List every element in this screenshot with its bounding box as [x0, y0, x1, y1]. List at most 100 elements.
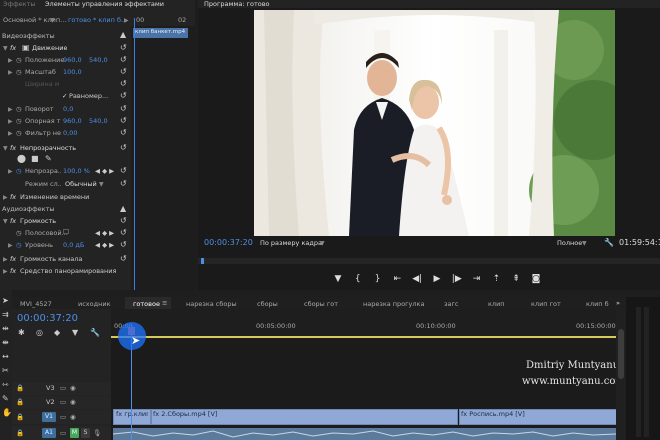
keyframe-nav-icon[interactable]: ◀ ◆ ▶: [95, 167, 114, 175]
track-lock-icon[interactable]: 🔒: [16, 398, 24, 406]
play-icon[interactable]: ▶: [431, 274, 443, 286]
keyframe-nav-icon[interactable]: ◀ ◆ ▶: [95, 241, 114, 249]
arrow-up-icon[interactable]: ▲: [120, 204, 126, 213]
expand-arrow-icon[interactable]: ▶: [8, 106, 13, 113]
step-back-icon[interactable]: ◀|: [411, 274, 423, 286]
fx-badge-icon[interactable]: fx: [10, 255, 16, 263]
scrub-bar[interactable]: [198, 258, 660, 264]
wrench-icon[interactable]: 🔧: [90, 328, 100, 337]
mute-toggle[interactable]: M: [70, 428, 79, 438]
timeline-tab[interactable]: нарезка сборы: [186, 300, 237, 308]
timeline-tab[interactable]: исходник: [78, 300, 111, 308]
stopwatch-icon[interactable]: ◷: [16, 229, 22, 237]
expand-arrow-icon[interactable]: ▶: [8, 69, 13, 76]
expand-arrow-icon[interactable]: ▼: [3, 145, 8, 152]
eye-icon[interactable]: ◉: [70, 384, 76, 392]
play-only-icon[interactable]: ▶: [124, 17, 129, 24]
track-lock-icon[interactable]: 🔒: [16, 384, 24, 392]
marker-icon[interactable]: ▼: [332, 274, 344, 286]
add-marker-icon[interactable]: ◆: [54, 328, 60, 337]
reset-icon[interactable]: ↺: [120, 43, 127, 52]
track-lock-icon[interactable]: 🔒: [16, 413, 24, 421]
quality-dropdown[interactable]: Полное: [557, 239, 582, 247]
marker-icon[interactable]: ▼: [72, 328, 78, 337]
go-to-in-icon[interactable]: ⇤: [391, 274, 403, 286]
expand-arrow-icon[interactable]: ▶: [8, 57, 13, 64]
expand-arrow-icon[interactable]: ▶: [3, 268, 8, 275]
stopwatch-icon[interactable]: ◷: [16, 129, 22, 137]
checkbox-checked-icon[interactable]: ✓: [62, 92, 67, 100]
program-video-frame[interactable]: [254, 10, 615, 236]
timeline-tab[interactable]: загс: [444, 300, 458, 308]
snap-icon[interactable]: ✱: [18, 328, 25, 337]
reset-icon[interactable]: ↺: [120, 116, 127, 125]
stopwatch-icon[interactable]: ◷: [16, 68, 22, 76]
rectangle-mask-icon[interactable]: ■: [31, 154, 39, 163]
source-patch-v1[interactable]: V1: [42, 412, 56, 422]
reset-icon[interactable]: ↺: [120, 79, 127, 88]
reset-icon[interactable]: ↺: [120, 143, 127, 152]
pen-tool-icon[interactable]: ✎: [2, 394, 9, 403]
stopwatch-icon[interactable]: ◷: [16, 117, 22, 125]
stopwatch-active-icon[interactable]: ◷: [16, 167, 22, 175]
stopwatch-active-icon[interactable]: ◷: [16, 241, 22, 249]
timeline-tab[interactable]: сборы гот: [304, 300, 338, 308]
position-x-value[interactable]: 960,0: [63, 56, 82, 64]
camera-icon[interactable]: ◙: [530, 274, 542, 286]
timeline-timecode[interactable]: 00:00:37:20: [17, 313, 78, 324]
scrollbar-thumb[interactable]: [618, 329, 624, 379]
scrub-playhead[interactable]: [201, 258, 204, 264]
sync-lock-icon[interactable]: ▭: [60, 413, 66, 421]
sequence-clip-dropdown[interactable]: готово * клип б...: [68, 16, 127, 24]
hand-tool-icon[interactable]: ✋: [2, 408, 12, 417]
checkbox-icon[interactable]: ☐: [63, 228, 69, 236]
go-to-out-icon[interactable]: ⇥: [471, 274, 483, 286]
solo-toggle[interactable]: S: [81, 428, 90, 438]
reset-icon[interactable]: ↺: [120, 228, 127, 237]
ellipse-mask-icon[interactable]: ⬤: [17, 154, 26, 163]
reset-icon[interactable]: ↺: [120, 179, 127, 188]
reset-icon[interactable]: ↺: [120, 55, 127, 64]
out-point-icon[interactable]: }: [372, 274, 384, 286]
fx-badge-icon[interactable]: fx: [10, 217, 16, 225]
arrow-up-icon[interactable]: ▲: [120, 30, 126, 39]
reset-icon[interactable]: ↺: [120, 67, 127, 76]
expand-arrow-icon[interactable]: ▶: [8, 130, 13, 137]
expand-arrow-icon[interactable]: ▶: [8, 168, 13, 175]
position-y-value[interactable]: 540,0: [89, 56, 108, 64]
opacity-value[interactable]: 100,0 %: [63, 167, 90, 175]
hamburger-icon[interactable]: ≡: [162, 299, 167, 307]
mini-playhead[interactable]: [134, 18, 135, 290]
reset-icon[interactable]: ↺: [120, 166, 127, 175]
level-value[interactable]: 0,0 дБ: [63, 241, 84, 249]
track-lock-icon[interactable]: 🔒: [16, 429, 24, 437]
selection-tool-icon[interactable]: ➤: [2, 296, 9, 305]
timeline-tab[interactable]: клип гот: [531, 300, 561, 308]
expand-arrow-icon[interactable]: ▶: [3, 256, 8, 263]
keyframe-nav-icon[interactable]: ◀ ◆ ▶: [95, 229, 114, 237]
track-select-icon[interactable]: ⇉: [2, 310, 9, 319]
stopwatch-icon[interactable]: ◷: [16, 56, 22, 64]
pen-mask-icon[interactable]: ✎: [45, 154, 52, 163]
tab-effects[interactable]: Эффекты: [3, 0, 36, 8]
work-area-bar[interactable]: [111, 336, 616, 338]
program-timecode[interactable]: 00:00:37:20: [204, 238, 253, 247]
timeline-tab[interactable]: нарезка прогулка: [363, 300, 424, 308]
tab-effect-controls[interactable]: Элементы управления эффектами: [45, 0, 165, 8]
anchor-x-value[interactable]: 960,0: [63, 117, 82, 125]
anchor-y-value[interactable]: 540,0: [89, 117, 108, 125]
rotation-value[interactable]: 0,0: [63, 105, 73, 113]
expand-arrow-icon[interactable]: ▼: [3, 218, 8, 225]
wrench-icon[interactable]: 🔧: [604, 238, 614, 247]
extract-icon[interactable]: ⇞: [510, 274, 522, 286]
expand-arrow-icon[interactable]: ▼: [3, 45, 8, 52]
sync-lock-icon[interactable]: ▭: [60, 398, 66, 406]
timeline-tab[interactable]: сборы: [257, 300, 278, 308]
timeline-tab[interactable]: MVI_4527: [20, 300, 52, 308]
source-patch-a1[interactable]: A1: [42, 428, 56, 438]
timeline-tab[interactable]: клип: [488, 300, 505, 308]
time-ruler[interactable]: 00:00 00:05:00:00 00:10:00:00 00:15:00:0…: [111, 309, 616, 339]
fit-dropdown[interactable]: По размеру кадра: [260, 239, 322, 247]
eye-icon[interactable]: ◉: [70, 413, 76, 421]
step-forward-icon[interactable]: |▶: [451, 274, 463, 286]
